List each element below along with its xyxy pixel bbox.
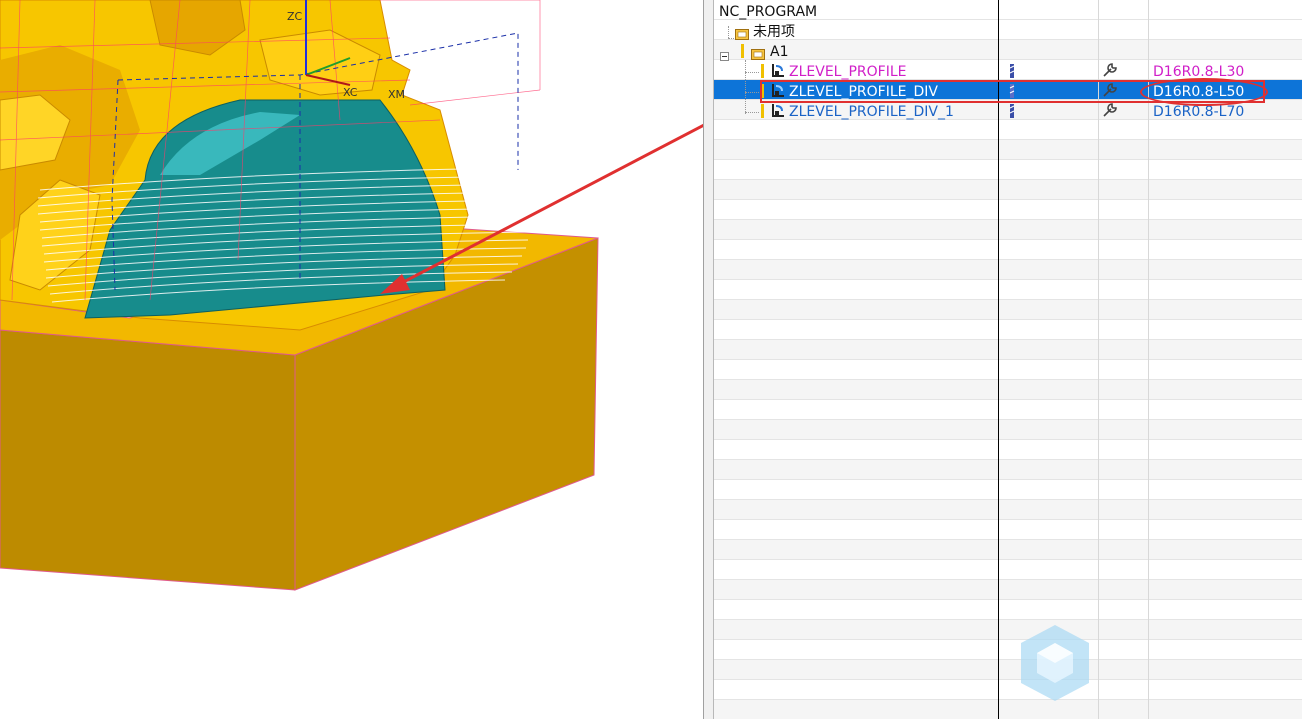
empty-row <box>714 500 1302 520</box>
empty-row <box>714 280 1302 300</box>
xm-label: XM <box>388 88 405 101</box>
column-divider <box>1148 0 1149 719</box>
minus-box-icon[interactable] <box>720 46 729 65</box>
tree-row-group[interactable] <box>714 40 1302 60</box>
empty-row <box>714 700 1302 719</box>
wrench-icon <box>1102 62 1118 82</box>
operation-navigator: NC_PROGRAM 未用项 A1 ZLEVEL_PROFILE D16R0.8… <box>714 0 1302 719</box>
status-bar-icon <box>761 103 764 122</box>
part-model-view: ZC XC XM <box>0 0 703 591</box>
empty-row <box>714 180 1302 200</box>
name-column-divider <box>998 0 999 719</box>
empty-row <box>714 340 1302 360</box>
empty-row <box>714 520 1302 540</box>
empty-row <box>714 140 1302 160</box>
program-folder-icon <box>751 45 765 64</box>
empty-row <box>714 420 1302 440</box>
operation-name[interactable]: ZLEVEL_PROFILE <box>789 62 906 82</box>
empty-row <box>714 220 1302 240</box>
empty-row <box>714 200 1302 220</box>
pane-splitter[interactable] <box>703 0 714 719</box>
empty-row <box>714 640 1302 660</box>
empty-row <box>714 460 1302 480</box>
empty-row <box>714 260 1302 280</box>
operation-name[interactable]: ZLEVEL_PROFILE_DIV_1 <box>789 102 954 122</box>
empty-row <box>714 360 1302 380</box>
empty-row <box>714 380 1302 400</box>
empty-row <box>714 660 1302 680</box>
empty-row <box>714 240 1302 260</box>
status-bar-icon <box>741 43 744 62</box>
program-header: NC_PROGRAM <box>719 4 818 20</box>
empty-row <box>714 600 1302 620</box>
group-a1-label: A1 <box>770 44 789 60</box>
toolpath-status-icon <box>1009 103 1015 122</box>
annotation-highlight-oval <box>1140 78 1268 106</box>
empty-row <box>714 440 1302 460</box>
tree-connector <box>728 26 729 38</box>
empty-row <box>714 680 1302 700</box>
empty-row <box>714 620 1302 640</box>
graphics-viewport[interactable]: ZC XC XM <box>0 0 703 719</box>
xc-label: XC <box>343 86 358 99</box>
empty-row <box>714 540 1302 560</box>
wrench-icon <box>1102 102 1118 122</box>
empty-row <box>714 120 1302 140</box>
empty-row <box>714 160 1302 180</box>
tree-connector <box>745 72 759 73</box>
zlevel-operation-icon <box>770 103 786 122</box>
empty-row <box>714 480 1302 500</box>
empty-row <box>714 300 1302 320</box>
folder-icon <box>735 25 749 44</box>
tree-connector <box>745 92 759 93</box>
column-divider <box>1098 0 1099 719</box>
empty-row <box>714 400 1302 420</box>
empty-row <box>714 320 1302 340</box>
empty-row <box>714 560 1302 580</box>
tree-row-unused[interactable] <box>714 20 1302 40</box>
tree-connector <box>745 60 746 114</box>
zc-label: ZC <box>287 10 303 23</box>
stock-front-face <box>0 329 296 591</box>
unused-items-label: 未用项 <box>753 24 795 40</box>
watermark-logo-icon <box>1021 625 1089 701</box>
empty-row <box>714 580 1302 600</box>
tree-connector <box>745 112 759 113</box>
